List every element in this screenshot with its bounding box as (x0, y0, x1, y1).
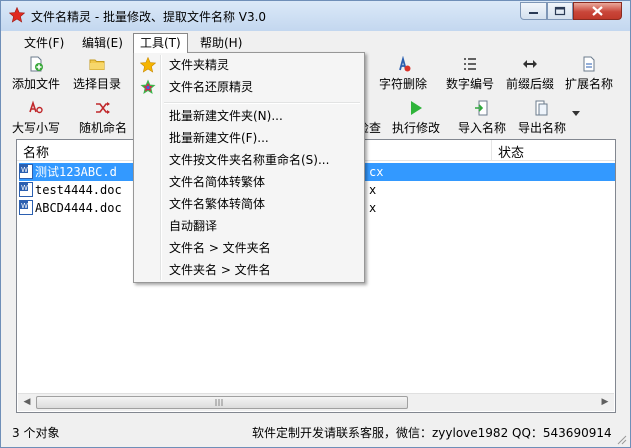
numbering-icon (464, 58, 476, 70)
extension-icon (583, 56, 595, 72)
select-folder-button[interactable]: 选择目录 (73, 53, 121, 93)
scroll-left-icon[interactable]: ◀ (19, 395, 35, 410)
menu-item-foldername-to-filename[interactable]: 文件夹名 > 文件名 (136, 260, 362, 281)
prefix-suffix-icon (523, 60, 537, 68)
column-divider[interactable] (491, 140, 492, 160)
app-star-icon (9, 7, 25, 23)
menu-item-batch-new-file[interactable]: 批量新建文件(F)... (136, 128, 362, 149)
case-button[interactable]: 大写小写 (12, 97, 60, 137)
menu-item-rename-by-folder[interactable]: 文件按文件夹名称重命名(S)... (136, 150, 362, 171)
play-icon (411, 101, 422, 115)
menu-item-traditional-to-simplified[interactable]: 文件名繁体转简体 (136, 194, 362, 215)
maximize-button[interactable] (547, 2, 573, 20)
tools-dropdown-menu: 文件夹精灵 文件名还原精灵 批量新建文件夹(N)... 批量新建文件(F)...… (133, 52, 365, 283)
word-doc-icon: W (19, 200, 33, 215)
colorful-star-icon (140, 79, 156, 94)
export-dropdown-arrow-icon[interactable] (572, 111, 580, 117)
menu-tools[interactable]: 工具(T) (133, 33, 188, 53)
close-icon (592, 6, 603, 16)
add-file-button[interactable]: 添加文件 (12, 53, 60, 93)
title-bar[interactable]: 文件名精灵 - 批量修改、提取文件名称 V3.0 (1, 1, 630, 31)
menu-item-folder-wizard[interactable]: 文件夹精灵 (136, 55, 362, 76)
import-names-button[interactable]: 导入名称 (458, 97, 506, 137)
close-button[interactable] (573, 2, 622, 20)
menu-item-filename-to-foldername[interactable]: 文件名 > 文件夹名 (136, 238, 362, 259)
export-icon (535, 100, 548, 116)
shuffle-icon (96, 102, 110, 114)
menu-item-simplified-to-traditional[interactable]: 文件名简体转繁体 (136, 172, 362, 193)
menu-bar: 文件(F) 编辑(E) 工具(T) 帮助(H) (2, 32, 629, 53)
extension-button[interactable]: 扩展名称 (565, 53, 613, 93)
export-names-button[interactable]: 导出名称 (518, 97, 566, 137)
menu-file[interactable]: 文件(F) (18, 34, 70, 52)
svg-text:W: W (21, 202, 28, 210)
word-doc-icon: W (19, 182, 33, 197)
menu-edit[interactable]: 编辑(E) (76, 34, 129, 52)
maximize-icon (554, 6, 566, 16)
scroll-right-icon[interactable]: ▶ (597, 395, 613, 410)
window-title: 文件名精灵 - 批量修改、提取文件名称 V3.0 (31, 10, 267, 24)
scrollbar-thumb[interactable] (36, 396, 408, 409)
grip-icon (215, 399, 223, 406)
svg-text:W: W (21, 166, 28, 174)
word-doc-icon: W (19, 164, 33, 179)
svg-text:W: W (21, 184, 28, 192)
numbering-button[interactable]: 数字编号 (446, 53, 494, 93)
random-name-button[interactable]: 随机命名 (79, 97, 127, 137)
menu-item-batch-new-folder[interactable]: 批量新建文件夹(N)... (136, 106, 362, 127)
column-header-name[interactable]: 名称 (23, 142, 49, 161)
prefix-suffix-button[interactable]: 前缀后缀 (506, 53, 554, 93)
star-icon (140, 57, 156, 73)
folder-icon (89, 59, 105, 70)
execute-button[interactable]: 执行修改 (392, 97, 440, 137)
case-icon (29, 100, 43, 114)
column-header-status[interactable]: 状态 (498, 142, 524, 161)
menu-separator (164, 102, 360, 104)
minimize-button[interactable] (520, 2, 547, 20)
add-file-icon (30, 56, 43, 72)
menu-item-restore-wizard[interactable]: 文件名还原精灵 (136, 77, 362, 98)
char-delete-button[interactable]: 字符删除 (379, 53, 427, 93)
contact-info: 软件定制开发请联系客服，微信：zyylove1982 QQ：543690914 (252, 426, 612, 440)
minimize-icon (529, 12, 538, 14)
horizontal-scrollbar[interactable]: ◀ ▶ (18, 393, 614, 411)
import-icon (475, 100, 488, 116)
char-delete-icon (399, 56, 411, 72)
app-window: 文件名精灵 - 批量修改、提取文件名称 V3.0 文件(F) 编辑(E) 工具(… (0, 0, 631, 448)
status-bar: 3 个对象 软件定制开发请联系客服，微信：zyylove1982 QQ：5436… (2, 421, 629, 447)
menu-item-auto-translate[interactable]: 自动翻译 (136, 216, 362, 237)
menu-help[interactable]: 帮助(H) (194, 34, 248, 52)
resize-grip-icon[interactable] (615, 433, 627, 445)
object-count: 3 个对象 (12, 426, 60, 440)
